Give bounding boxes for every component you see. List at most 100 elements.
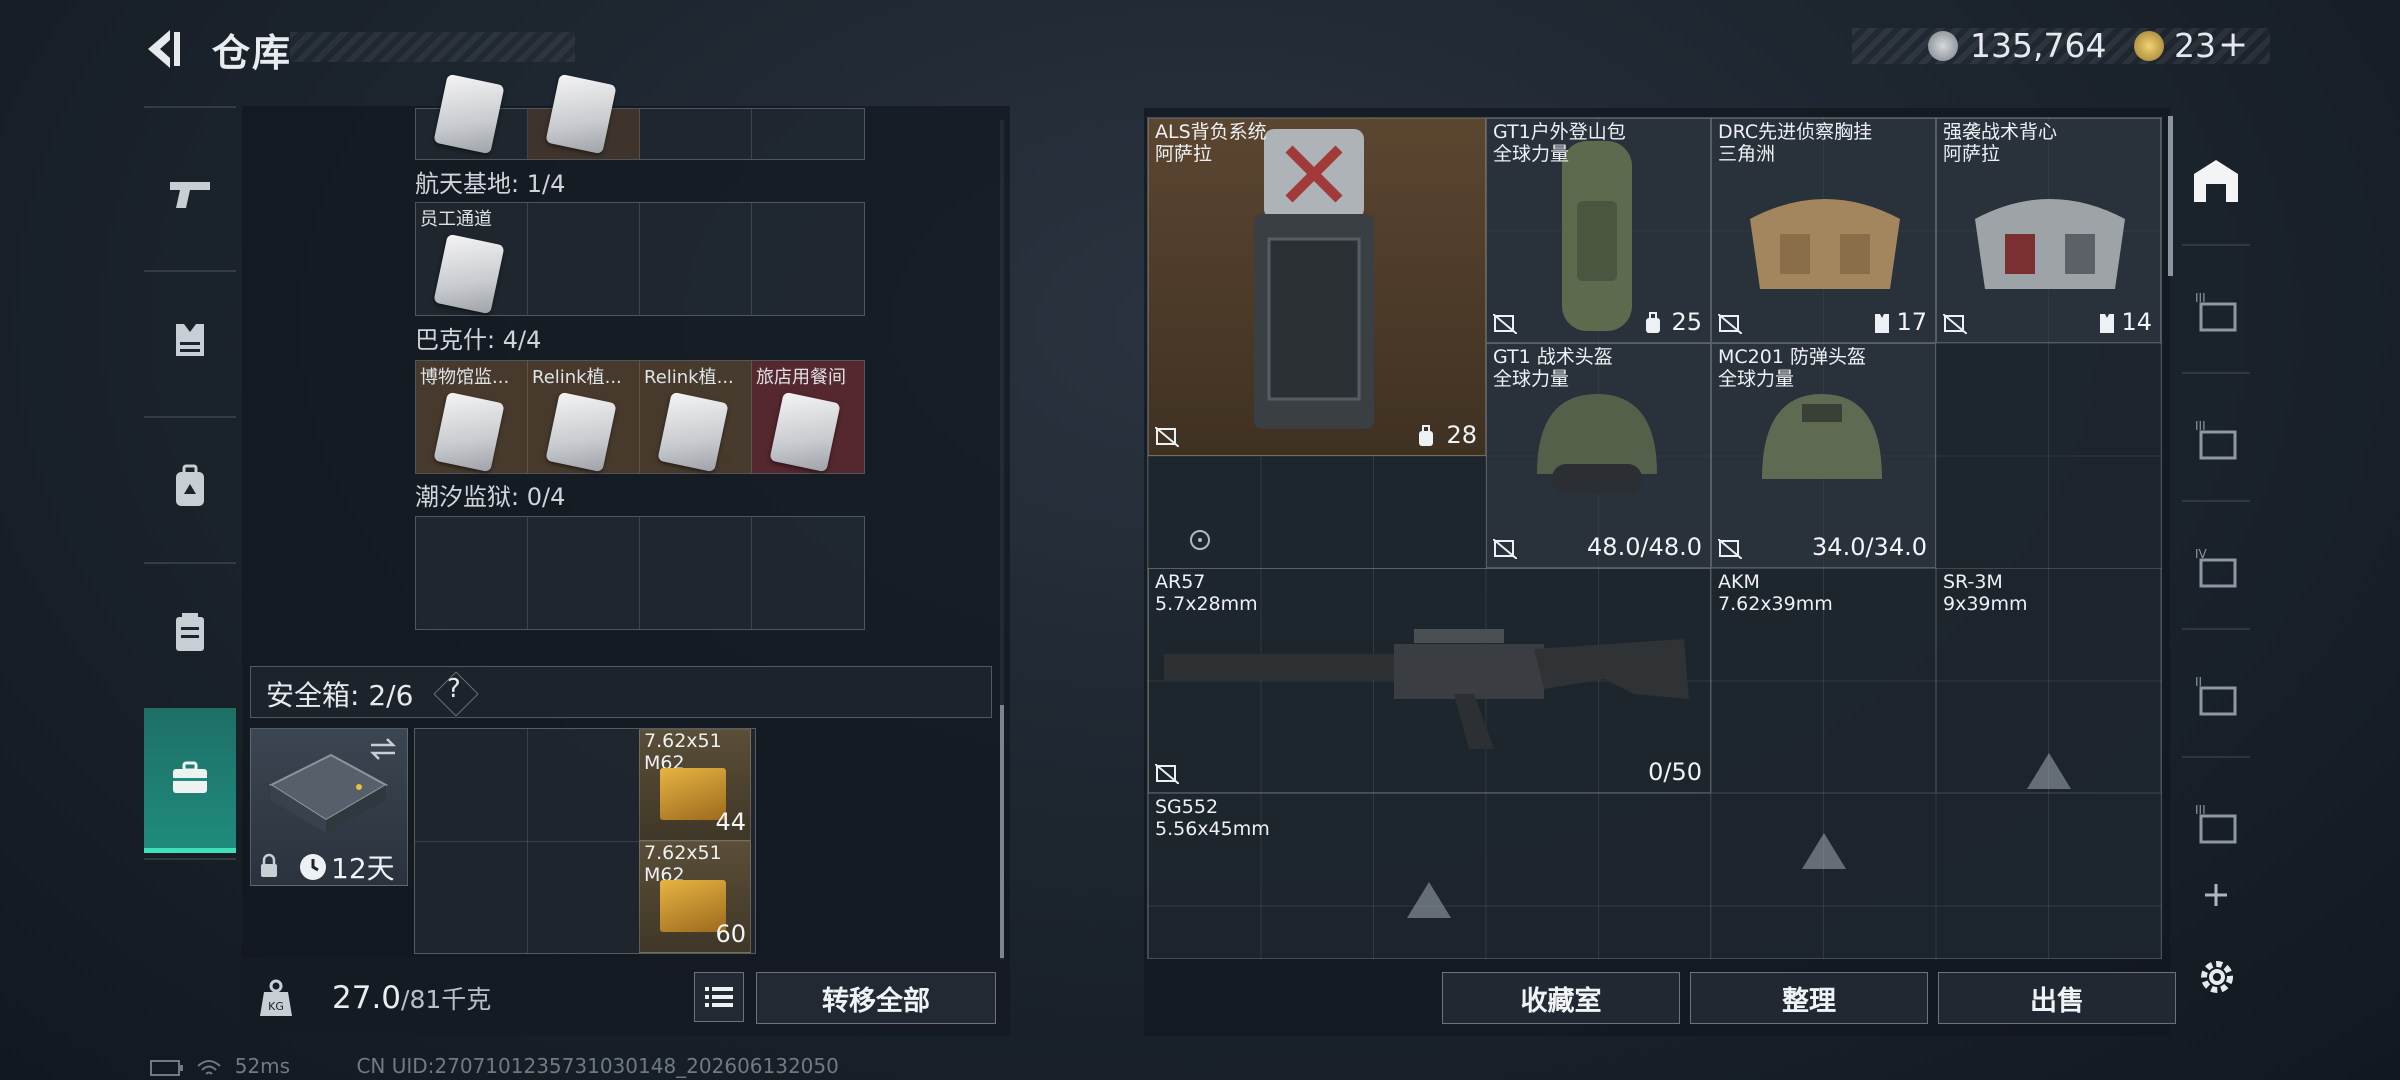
capacity-icon [1419,425,1433,446]
vest-icon [176,324,204,356]
title-decoration [290,32,575,62]
stash-page-3c[interactable]: III [2182,756,2250,886]
ammo-item[interactable]: 7.62x51 M62 60 [639,841,751,953]
key-slot[interactable] [640,517,752,629]
key-name: 旅店用餐间 [756,367,846,388]
key-slot[interactable]: Relink植... [640,361,752,473]
chest-rig-tab[interactable] [144,562,236,702]
key-slot-row-tide-prison [415,516,865,630]
category-sidebar [144,106,236,860]
item-name: GT1 战术头盔 全球力量 [1493,346,1613,390]
key-name: 员工通道 [420,209,492,230]
ammo-caliber: 7.62x51 [644,730,722,752]
no-insure-icon [1718,314,1742,334]
stash-item-rifle-sg552[interactable]: SG552 5.56x45mm [1148,793,1711,958]
weapons-tab[interactable] [144,124,236,264]
rig-capacity-icon [1875,314,1889,333]
item-name: AR57 5.7x28mm [1155,571,1258,615]
stash-tier-3b-icon: III [2195,419,2237,460]
capacity-value: 17 [1896,308,1927,336]
coin-icon [1928,31,1958,61]
item-name: SG552 5.56x45mm [1155,796,1270,840]
key-slot[interactable] [416,517,528,629]
capacity-value: 14 [2121,308,2152,336]
help-button[interactable]: ? [447,674,461,704]
safe-case-item[interactable]: 12天 [250,728,408,886]
loading-placeholder-icon [1802,833,1846,869]
key-slot[interactable] [640,109,752,159]
stash-page-3[interactable]: III [2182,244,2250,374]
key-slot[interactable] [752,517,864,629]
backpack-image [1562,141,1632,331]
key-name: Relink植... [532,367,622,388]
durability-value: 34.0/34.0 [1812,533,1927,561]
key-slot[interactable] [416,73,528,159]
add-currency-button[interactable]: + [2218,24,2248,65]
stash-item-vest-assault[interactable]: 强袭战术背心 阿萨拉 14 [1936,118,2161,343]
coin-balance: 135,764 [1970,26,2107,65]
stash-page-4[interactable]: IV [2182,500,2250,630]
helmet-image [1537,394,1657,494]
organize-button[interactable]: 整理 [1690,972,1928,1024]
key-slot[interactable] [528,203,640,315]
user-uid: CN UID:2707101235731030148_202606132050 [356,1054,839,1078]
swap-icon[interactable] [367,737,399,761]
key-slot[interactable] [528,517,640,629]
stash-page-sidebar: III III IV II III [2182,116,2250,856]
premium-balance: 23 [2174,26,2216,65]
ping-value: 52ms [234,1054,291,1078]
clock-icon [300,854,326,880]
item-name: AKM 7.62x39mm [1718,571,1833,615]
stash-item-backpack-als[interactable]: ALS背负系统 阿萨拉 28 [1148,118,1486,456]
key-slot[interactable] [640,203,752,315]
key-slot[interactable]: Relink植... [528,361,640,473]
stash-item-rifle-sr3m[interactable]: SR-3M 9x39mm [1936,568,2161,793]
stash-item-backpack-gt1[interactable]: GT1户外登山包 全球力量 25 [1486,118,1711,343]
sell-button[interactable]: 出售 [1938,972,2176,1024]
stash-page-main[interactable] [2182,116,2250,244]
warehouse-icon [2194,160,2238,202]
premium-currency-icon [2134,31,2164,61]
add-page-button[interactable] [2201,880,2231,914]
key-slot[interactable] [752,109,864,159]
keycard-icon [433,233,505,315]
stash-page-3b[interactable]: III [2182,372,2250,502]
max-weight: /81千克 [401,985,492,1014]
collection-room-button[interactable]: 收藏室 [1442,972,1680,1024]
key-slot[interactable]: 博物馆监... [416,361,528,473]
item-name: DRC先进侦察胸挂 三角洲 [1718,121,1873,165]
key-case-tab[interactable] [144,708,236,853]
backpack-tab[interactable] [144,416,236,556]
status-bar: 52ms CN UID:2707101235731030148_20260613… [150,1054,839,1078]
key-slot[interactable]: 员工通道 [416,203,528,315]
armor-tab[interactable] [144,270,236,410]
stash-item-rifle-ar57[interactable]: AR57 5.7x28mm 0/50 [1148,568,1711,793]
keycard-icon [657,391,729,473]
stash-page-2[interactable]: II [2182,628,2250,758]
stash-item-rifle-akm[interactable]: AKM 7.62x39mm [1711,568,1936,869]
magazine-count: 0/50 [1648,758,1702,786]
stash-scrollbar-thumb[interactable] [2168,116,2173,276]
ammo-caliber: 7.62x51 [644,842,722,864]
back-button[interactable] [140,26,186,72]
stash-tier-3c-icon: III [2195,803,2237,844]
battery-icon [150,1059,183,1076]
settings-button[interactable] [2196,956,2238,1002]
stash-item-helmet-gt1[interactable]: GT1 战术头盔 全球力量 48.0/48.0 [1486,343,1711,568]
key-slot[interactable] [752,203,864,315]
key-slot[interactable]: 旅店用餐间 [752,361,864,473]
wifi-icon [197,1059,222,1075]
stash-item-rig-drc[interactable]: DRC先进侦察胸挂 三角洲 17 [1711,118,1936,343]
plus-icon [2205,884,2227,906]
left-scrollbar-thumb[interactable] [1000,705,1004,960]
no-insure-icon [1493,539,1517,559]
chest-rig-image [1750,199,1900,289]
ammo-count: 60 [715,920,746,948]
key-slot[interactable] [528,73,640,159]
ammo-item[interactable]: 7.62x51 M62 44 [639,729,751,841]
safe-box-grid: 7.62x51 M62 44 7.62x51 M62 60 [414,728,756,954]
transfer-all-button[interactable]: 转移全部 [756,972,996,1024]
list-view-button[interactable] [694,972,744,1022]
pistol-icon [170,182,210,208]
stash-item-helmet-mc201[interactable]: MC201 防弹头盔 全球力量 34.0/34.0 [1711,343,1936,568]
